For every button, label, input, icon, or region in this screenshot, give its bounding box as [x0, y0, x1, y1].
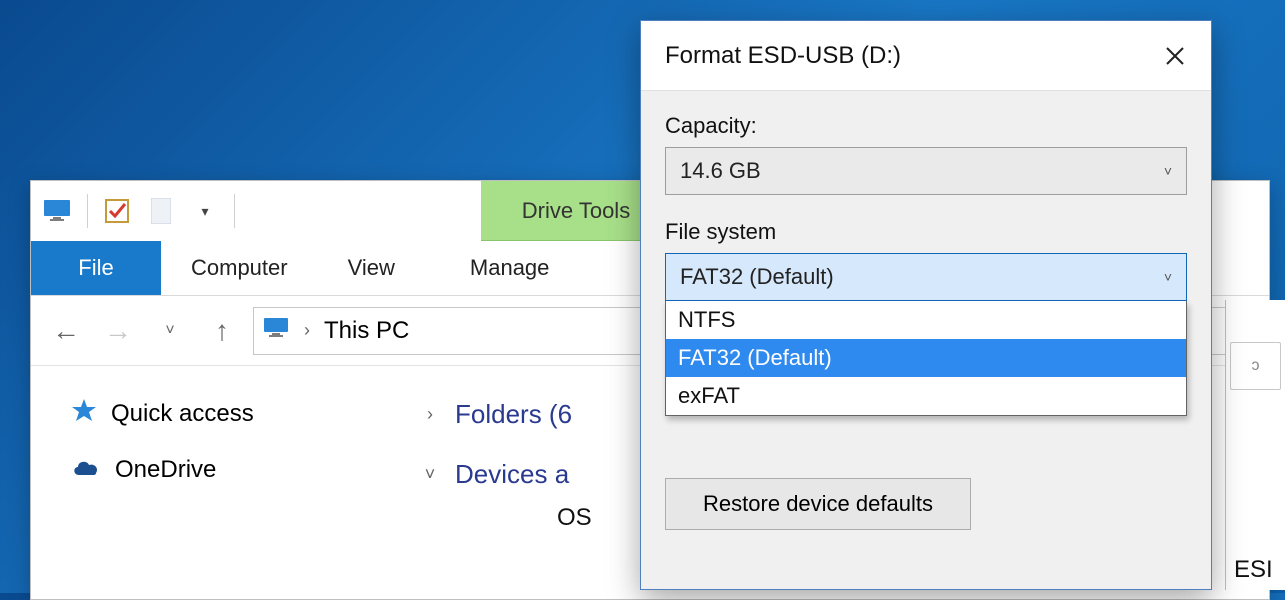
filesystem-option-exfat[interactable]: exFAT — [666, 377, 1186, 415]
tab-manage[interactable]: Manage — [440, 241, 580, 295]
back-arrow-icon[interactable]: ← — [45, 310, 87, 352]
filesystem-dropdown: NTFS FAT32 (Default) exFAT — [665, 301, 1187, 416]
history-chevron-icon[interactable]: ˅ — [149, 310, 191, 352]
filesystem-selected: FAT32 (Default) — [680, 264, 834, 290]
breadcrumb-this-pc[interactable]: This PC — [324, 317, 409, 345]
tab-file[interactable]: File — [31, 241, 161, 295]
customize-qat-icon[interactable]: ▾ — [190, 197, 220, 225]
chevron-right-icon[interactable]: › — [419, 404, 441, 425]
cloud-icon — [71, 456, 101, 484]
close-icon[interactable] — [1157, 38, 1193, 74]
filesystem-option-fat32[interactable]: FAT32 (Default) — [666, 339, 1186, 377]
sidebar-item-quick-access[interactable]: Quick access — [71, 386, 411, 442]
forward-arrow-icon[interactable]: → — [97, 310, 139, 352]
filesystem-label: File system — [665, 219, 1187, 245]
blank-doc-icon[interactable] — [146, 197, 176, 225]
monitor-icon — [264, 317, 290, 345]
dialog-titlebar[interactable]: Format ESD-USB (D:) — [641, 21, 1211, 91]
sidebar-item-onedrive[interactable]: OneDrive — [71, 442, 411, 498]
tab-computer[interactable]: Computer — [161, 241, 318, 295]
chevron-right-icon[interactable]: › — [304, 320, 310, 341]
chevron-down-icon: ˅ — [1164, 269, 1172, 285]
filesystem-option-ntfs[interactable]: NTFS — [666, 301, 1186, 339]
up-arrow-icon[interactable]: ↑ — [201, 310, 243, 352]
capacity-label: Capacity: — [665, 113, 1187, 139]
dialog-title: Format ESD-USB (D:) — [665, 42, 901, 70]
properties-check-icon[interactable] — [102, 197, 132, 225]
chevron-down-icon[interactable]: ˅ — [419, 464, 441, 485]
drive-tools-label: Drive Tools — [522, 198, 630, 224]
right-window-fragment: ɔ ESI — [1225, 300, 1285, 590]
capacity-select[interactable]: 14.6 GB ˅ — [665, 147, 1187, 195]
format-dialog: Format ESD-USB (D:) Capacity: 14.6 GB ˅ … — [640, 20, 1212, 590]
restore-defaults-button[interactable]: Restore device defaults — [665, 478, 971, 530]
tab-view[interactable]: View — [318, 241, 425, 295]
chevron-down-icon: ˅ — [1164, 163, 1172, 179]
capacity-value: 14.6 GB — [680, 158, 761, 184]
filesystem-select[interactable]: FAT32 (Default) ˅ — [665, 253, 1187, 301]
navigation-pane: Quick access OneDrive — [31, 366, 411, 599]
monitor-icon[interactable] — [43, 197, 73, 225]
star-icon — [71, 398, 97, 431]
